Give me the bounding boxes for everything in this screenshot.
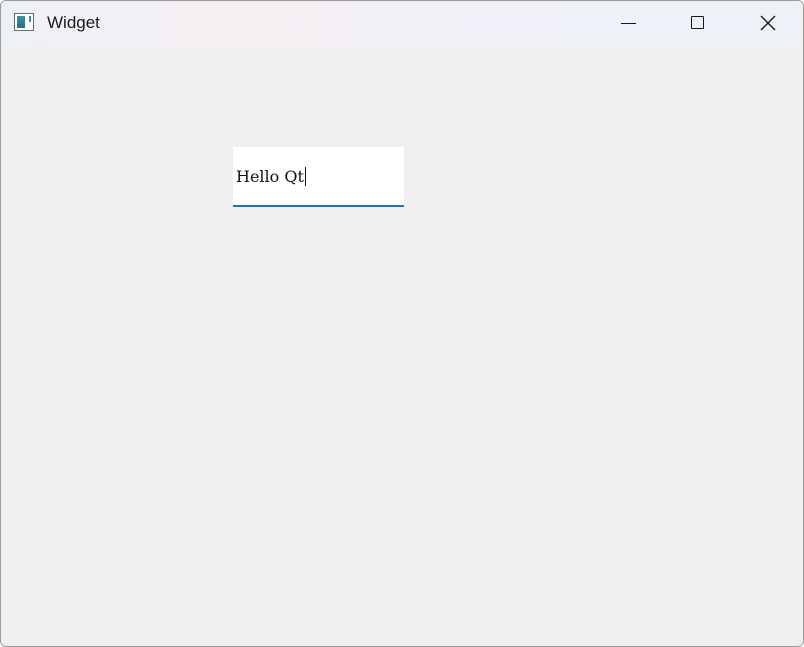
text-caret <box>304 167 306 186</box>
maximize-icon <box>691 16 704 29</box>
line-edit-value: Hello Qt <box>236 167 306 186</box>
app-window: Widget Hello Qt <box>0 0 804 647</box>
minimize-icon <box>621 23 636 24</box>
text-line-edit[interactable]: Hello Qt <box>233 147 404 207</box>
minimize-button[interactable] <box>593 1 663 45</box>
close-icon <box>760 15 776 31</box>
maximize-button[interactable] <box>663 1 733 45</box>
close-button[interactable] <box>733 1 803 45</box>
client-area: Hello Qt <box>1 45 803 646</box>
window-title: Widget <box>47 13 100 32</box>
app-icon-pane <box>17 16 25 28</box>
app-icon[interactable] <box>14 13 34 31</box>
title-bar[interactable]: Widget <box>1 1 803 45</box>
app-icon-bar <box>29 16 31 22</box>
